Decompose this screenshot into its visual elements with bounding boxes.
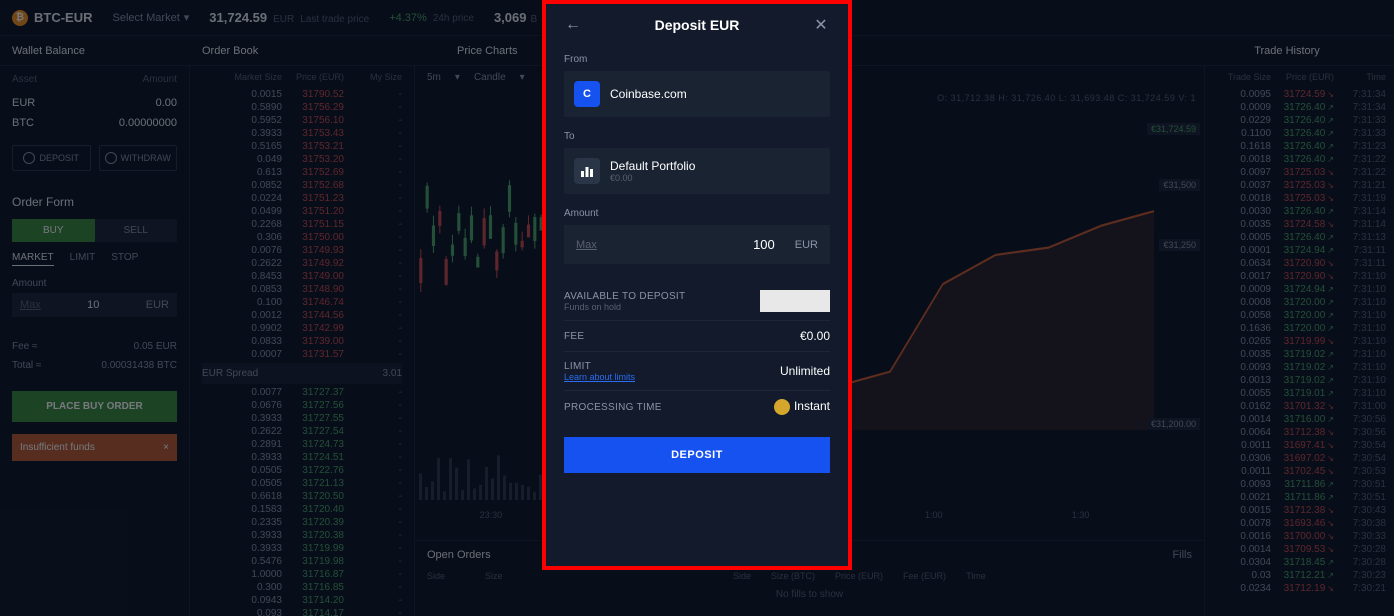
available-label: AVAILABLE TO DEPOSIT: [564, 291, 685, 302]
modal-max-link[interactable]: Max: [564, 227, 609, 263]
processing-row: PROCESSING TIME Instant: [564, 391, 830, 423]
from-label: From: [564, 54, 830, 65]
modal-amount-label: Amount: [564, 208, 830, 219]
modal-fee-value: €0.00: [800, 329, 830, 343]
modal-title: Deposit EUR: [655, 17, 740, 33]
limit-link[interactable]: Learn about limits: [564, 372, 635, 382]
modal-amount-value: 100: [609, 225, 783, 264]
from-account-card[interactable]: C Coinbase.com: [564, 71, 830, 117]
to-account-card[interactable]: Default Portfolio €0.00: [564, 148, 830, 194]
deposit-submit-button[interactable]: DEPOSIT: [564, 437, 830, 473]
from-title: Coinbase.com: [610, 87, 687, 101]
limit-label: LIMIT: [564, 361, 591, 372]
lightning-icon: [774, 399, 790, 415]
limit-value: Unlimited: [780, 364, 830, 378]
limit-row: LIMIT Learn about limits Unlimited: [564, 352, 830, 391]
available-row: AVAILABLE TO DEPOSIT Funds on hold: [564, 282, 830, 321]
modal-fee-label: FEE: [564, 331, 584, 342]
to-title: Default Portfolio: [610, 159, 695, 173]
coinbase-icon: C: [574, 81, 600, 107]
close-icon[interactable]: ✕: [812, 16, 830, 34]
deposit-modal: ← Deposit EUR ✕ From C Coinbase.com To D…: [542, 0, 852, 570]
available-value-redacted: [760, 290, 830, 312]
modal-amount-unit: EUR: [783, 227, 830, 263]
back-icon[interactable]: ←: [564, 16, 582, 34]
processing-value: Instant: [774, 399, 830, 415]
processing-label: PROCESSING TIME: [564, 402, 662, 413]
to-label: To: [564, 131, 830, 142]
modal-amount-input[interactable]: Max 100 EUR: [564, 225, 830, 264]
fee-row: FEE €0.00: [564, 321, 830, 352]
available-sub: Funds on hold: [564, 302, 685, 312]
to-sub: €0.00: [610, 173, 695, 183]
portfolio-icon: [574, 158, 600, 184]
